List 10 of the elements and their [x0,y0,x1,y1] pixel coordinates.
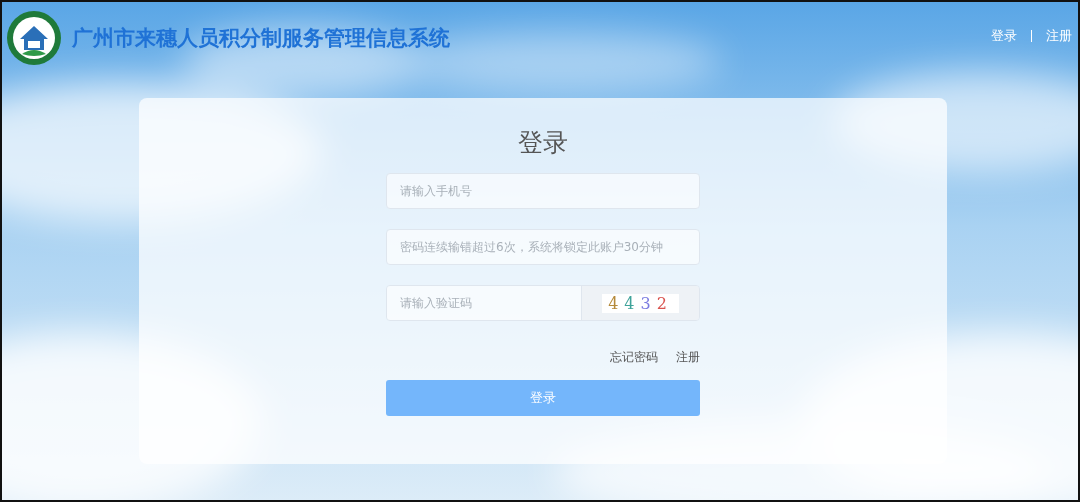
header-link[interactable]: 注册 [1046,27,1072,45]
system-title: 广州市来穗人员积分制服务管理信息系统 [72,25,450,52]
form-link[interactable]: 注册 [676,349,700,366]
form-link[interactable]: 忘记密码 [610,349,658,366]
phone-field[interactable]: 请输入手机号 [386,173,700,209]
password-field[interactable]: 密码连续输错超过6次，系统将锁定此账户30分钟 [386,229,700,265]
login-title: 登录 [518,127,568,159]
emblem-logo-icon [6,10,62,66]
header-link[interactable]: 登录 [991,27,1017,45]
login-button[interactable]: 登录 [386,380,700,416]
